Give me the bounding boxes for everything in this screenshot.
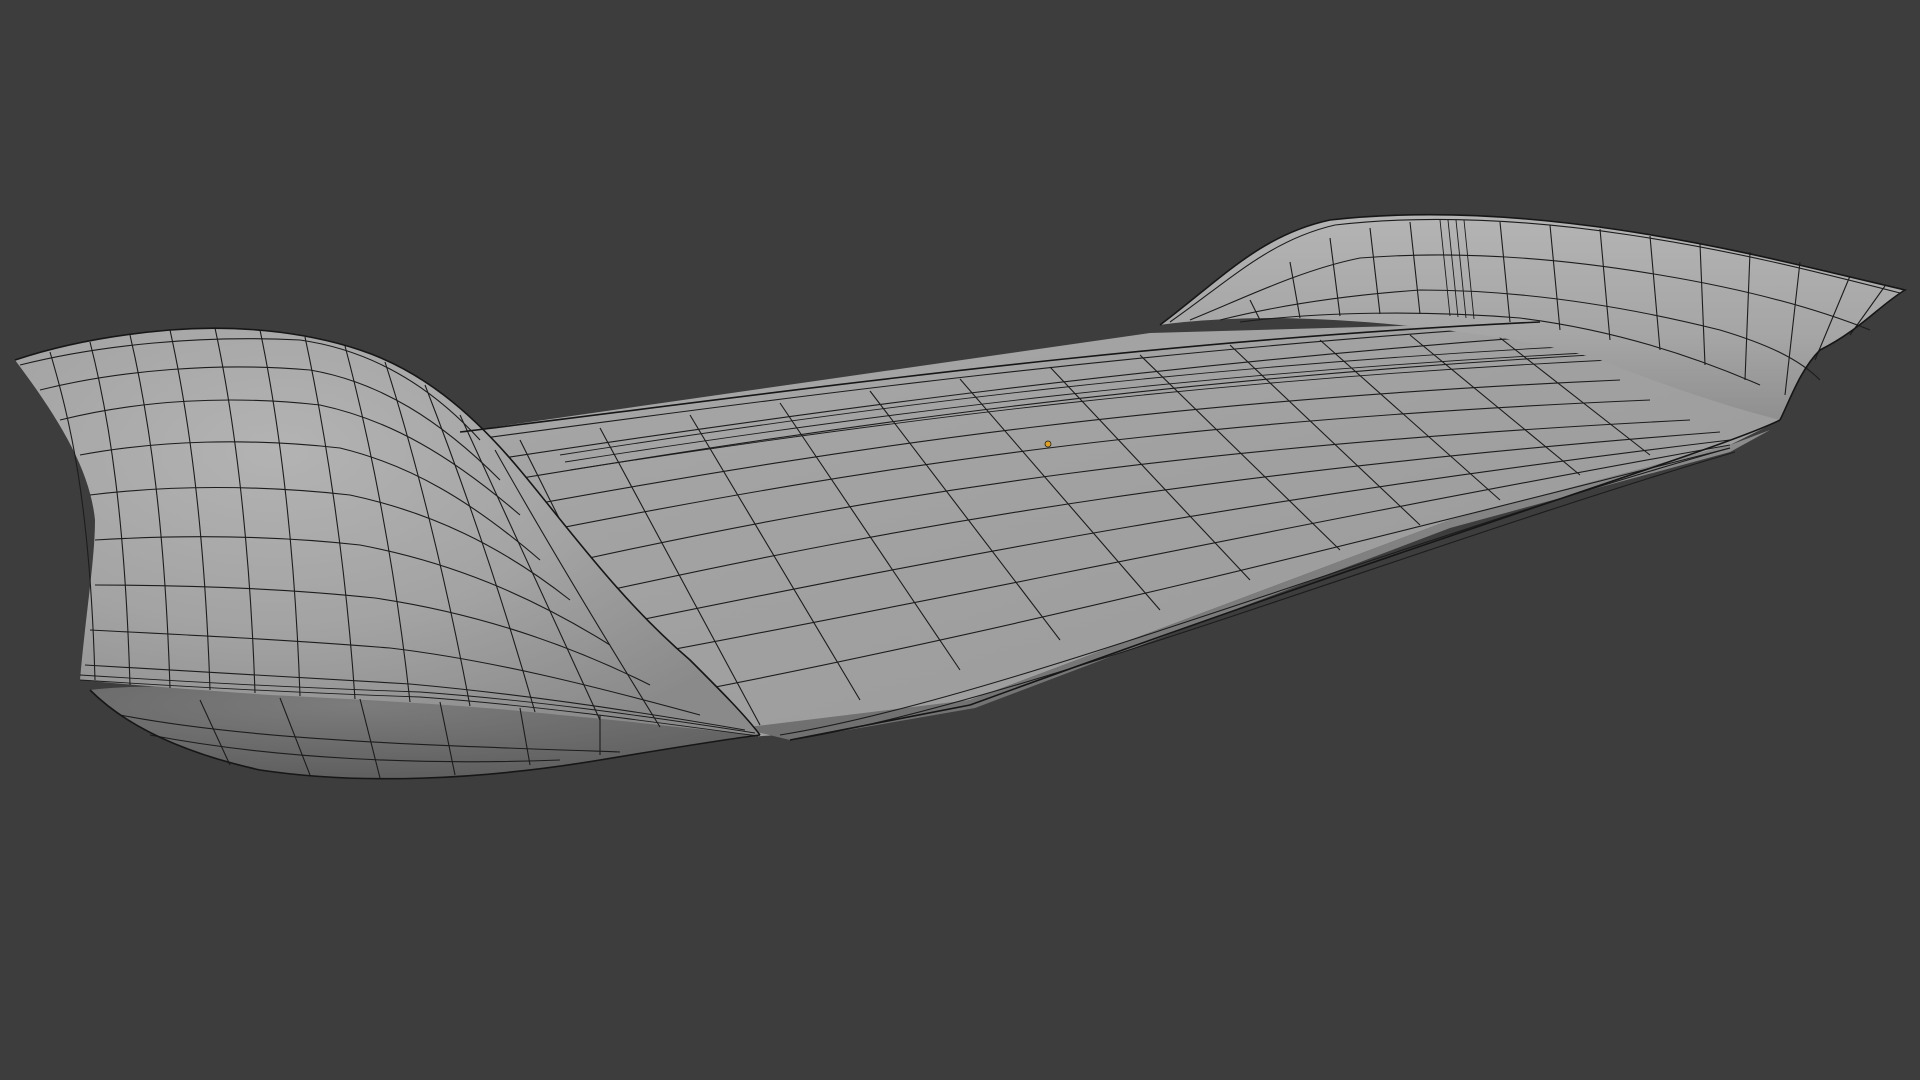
- 3d-viewport[interactable]: [0, 0, 1920, 1080]
- viewport-canvas[interactable]: [0, 0, 1920, 1080]
- object-origin-icon[interactable]: [1044, 440, 1052, 448]
- mesh-object-icon[interactable]: [14, 214, 1908, 780]
